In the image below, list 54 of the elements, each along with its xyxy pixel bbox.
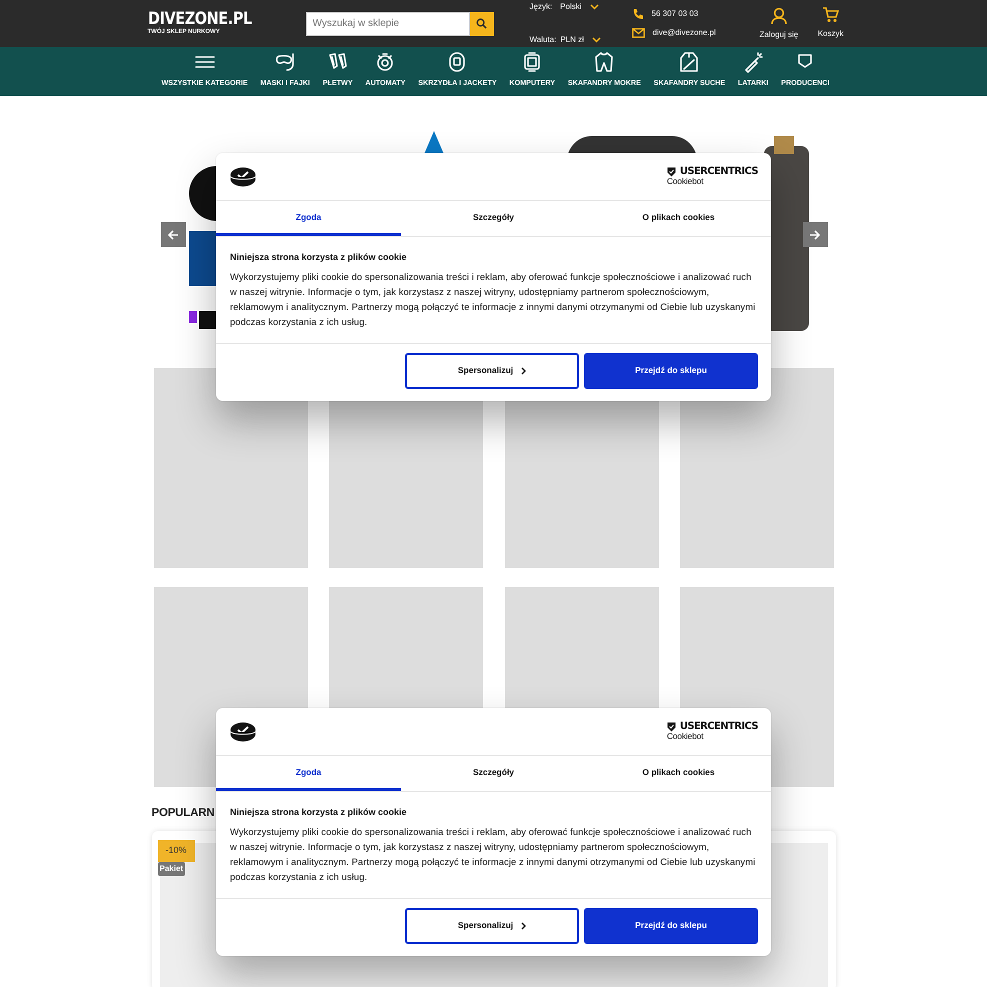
cart-icon <box>822 7 840 23</box>
customize-button[interactable]: Spersonalizuj <box>405 908 579 944</box>
brand-subtitle: Cookiebot <box>666 732 704 741</box>
language-select[interactable]: Polski <box>560 1 582 13</box>
brand-name: USERCENTRICS <box>680 167 758 177</box>
brand-subtitle: Cookiebot <box>666 177 704 186</box>
next-slide-button[interactable] <box>802 222 828 247</box>
chevron-right-icon <box>521 922 526 930</box>
currency-select[interactable]: PLN zł <box>560 34 584 46</box>
arrow-right-icon <box>809 228 821 240</box>
category-tile[interactable] <box>680 368 834 568</box>
previous-slide-button[interactable] <box>160 222 186 247</box>
email-link[interactable]: dive@divezone.pl <box>652 27 716 39</box>
cart-link[interactable]: Koszyk <box>818 7 844 40</box>
search-icon <box>476 18 487 29</box>
shield-icon <box>666 167 676 177</box>
accept-button[interactable]: Przejdź do sklepu <box>584 352 758 388</box>
discount-badge: -10% <box>158 840 195 862</box>
user-icon <box>770 6 788 24</box>
language-label: Język: <box>530 1 552 13</box>
phone-icon <box>632 8 644 20</box>
dialog-tab[interactable]: Zgoda <box>216 201 401 236</box>
logo-text[interactable]: DIVEZONE.PL <box>148 11 252 28</box>
search-field[interactable]: Wyszukaj w sklepie <box>306 12 470 36</box>
bundle-badge: Pakiet <box>158 862 186 876</box>
dialog-text: Wykorzystujemy pliki cookie do spersonalizowania treści i reklam, aby oferować funkcje społecznościowe i analizować ruch w naszej witrynie. Informacje o tym, jak korzystasz z naszej witryny, udostępniamy partnerom społecznościowym, reklamowym i analitycznym. Partnerzy mogą połączyć te informacje z innymi danymi otrzymanymi od Ciebie lub uzyskanymi podczas korzystania z ich usług. <box>230 826 756 884</box>
account-link[interactable]: Zaloguj się <box>760 6 798 40</box>
accept-button[interactable]: Przejdź do sklepu <box>584 908 758 944</box>
dialog-title: Niniejsza strona korzysta z plików cookie <box>230 251 408 264</box>
dialog-tab[interactable]: Szczegóły <box>401 201 586 236</box>
dialog-tab[interactable]: O plikach cookies <box>586 756 771 791</box>
search-button[interactable] <box>470 12 494 36</box>
chevron-right-icon <box>521 366 526 374</box>
arrow-left-icon <box>167 228 179 240</box>
cookie-consent-icon <box>230 722 256 742</box>
mail-icon <box>632 28 644 38</box>
dialog-tab[interactable]: Szczegóły <box>401 756 586 791</box>
dialog-text: Wykorzystujemy pliki cookie do spersonalizowania treści i reklam, aby oferować funkcje społecznościowe i analizować ruch w naszej witrynie. Informacje o tym, jak korzystasz z naszej witryny, udostępniamy partnerom społecznościowym, reklamowym i analitycznym. Partnerzy mogą połączyć te informacje z innymi danymi otrzymanymi od Ciebie lub uzyskanymi podczas korzystania z ich usług. <box>230 270 756 329</box>
dialog-tab[interactable]: O plikach cookies <box>586 201 771 236</box>
customize-button[interactable]: Spersonalizuj <box>405 352 579 388</box>
shield-icon <box>666 722 676 732</box>
dialog-tab[interactable]: Zgoda <box>216 756 401 791</box>
brand-name: USERCENTRICS <box>680 722 758 732</box>
cookie-consent-icon <box>230 166 256 186</box>
mask-icon <box>274 51 296 74</box>
chevron-down-icon <box>590 4 599 10</box>
currency-label: Waluta: <box>530 34 556 46</box>
drysuit-icon <box>678 51 700 74</box>
dialog-title: Niniejsza strona korzysta z plików cookie <box>230 806 408 819</box>
phone-number[interactable]: 56 307 03 03 <box>652 8 698 20</box>
wetsuit-icon <box>593 51 616 74</box>
category-tile[interactable] <box>154 368 308 568</box>
section-heading: POPULARN <box>152 806 214 821</box>
chevron-down-icon <box>592 36 601 43</box>
